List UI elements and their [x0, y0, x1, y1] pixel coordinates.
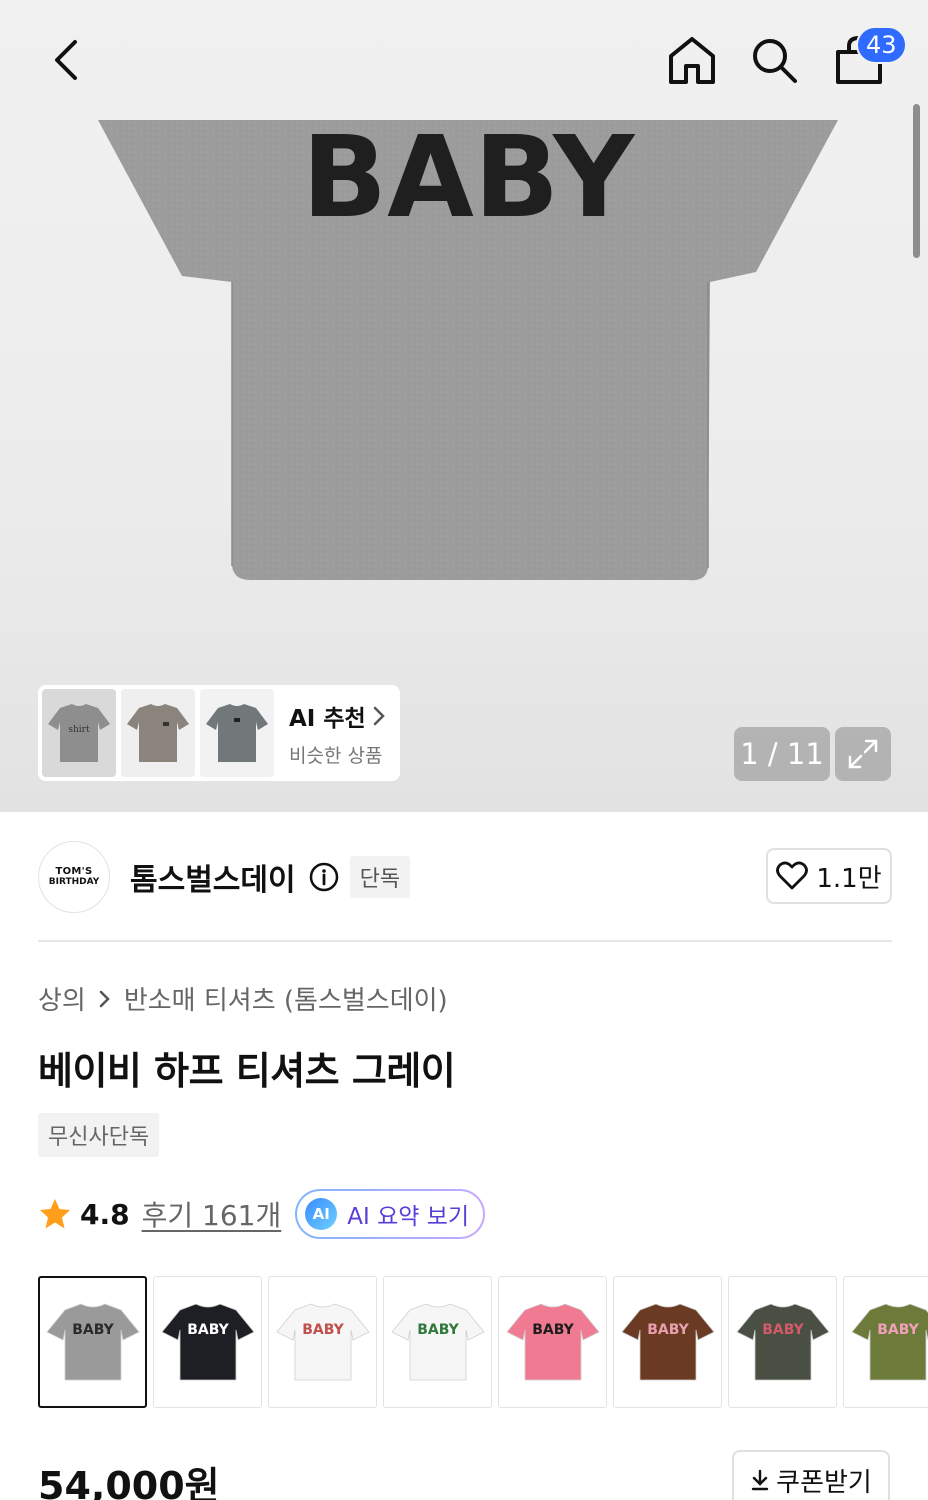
coupon-button[interactable]: 쿠폰받기	[732, 1450, 890, 1500]
product-image-area[interactable]: BABY 43 shirt AI 추천 비슷한 상품 1 / 11	[0, 0, 928, 812]
breadcrumb-category[interactable]: 상의	[38, 980, 86, 1017]
rating-value: 4.8	[80, 1197, 130, 1231]
swatch-print-text: BABY	[647, 1322, 689, 1338]
ai-recommend-subtitle: 비슷한 상품	[289, 744, 383, 767]
search-icon	[753, 39, 797, 83]
chevron-right-icon	[373, 706, 385, 725]
breadcrumb-subcategory[interactable]: 반소매 티셔츠 (톰스벌스데이)	[124, 980, 448, 1017]
tshirt-icon	[127, 704, 189, 762]
like-count: 1.1만	[816, 863, 882, 894]
expand-icon	[848, 739, 878, 769]
like-button[interactable]: 1.1만	[766, 848, 892, 904]
scrollbar[interactable]	[913, 104, 920, 258]
home-icon	[669, 37, 715, 84]
ai-summary-button[interactable]: AI AI 요약 보기	[295, 1189, 486, 1239]
swatch-print-text: BABY	[187, 1322, 229, 1338]
swatch-print-text: BABY	[762, 1322, 804, 1338]
breadcrumb: 상의 반소매 티셔츠 (톰스벌스데이)	[38, 980, 448, 1017]
tshirt-icon: BABY	[275, 1303, 370, 1381]
expand-image-button[interactable]	[835, 727, 891, 781]
cart-count-badge: 43	[856, 26, 907, 64]
divider	[38, 940, 892, 942]
swatch-print-text: BABY	[877, 1322, 919, 1338]
ai-summary-label: AI 요약 보기	[347, 1204, 470, 1230]
brand-logo[interactable]: TOM'S BIRTHDAY	[38, 841, 110, 913]
swatch-print-text: BABY	[72, 1322, 114, 1338]
brand-row: TOM'S BIRTHDAY 톰스벌스데이 단독 1.1만	[38, 840, 892, 914]
search-button[interactable]	[744, 30, 804, 90]
color-options: BABY BABY BABY BABY BABY BABY BABY BABY	[38, 1276, 928, 1408]
back-button[interactable]	[36, 30, 96, 90]
price: 54,000원	[38, 1464, 220, 1500]
ai-recommend-thumb-1[interactable]: shirt	[42, 689, 116, 777]
chevron-right-icon	[99, 990, 110, 1007]
swatch-print-text: BABY	[532, 1322, 574, 1338]
chevron-left-icon	[55, 40, 77, 80]
exclusive-badge: 단독	[349, 856, 411, 898]
ai-recommend-thumb-2[interactable]	[121, 689, 195, 777]
rating-row: 4.8 후기 161개 AI AI 요약 보기	[38, 1188, 486, 1240]
color-swatch[interactable]: BABY	[383, 1276, 492, 1408]
svg-text:shirt: shirt	[68, 725, 90, 735]
tshirt-icon: BABY	[160, 1303, 255, 1381]
swatch-print-text: BABY	[302, 1322, 344, 1338]
home-button[interactable]	[662, 30, 722, 90]
tshirt-icon: BABY	[45, 1303, 140, 1381]
tshirt-icon: BABY	[390, 1303, 485, 1381]
download-icon	[751, 1469, 769, 1491]
info-icon[interactable]	[308, 861, 340, 893]
color-swatch[interactable]: BABY	[843, 1276, 928, 1408]
color-swatch[interactable]: BABY	[613, 1276, 722, 1408]
tshirt-icon: BABY	[850, 1303, 928, 1381]
tshirt-icon	[206, 704, 268, 762]
color-swatch[interactable]: BABY	[268, 1276, 377, 1408]
tshirt-icon: BABY	[620, 1303, 715, 1381]
tshirt-print-text: BABY	[302, 120, 636, 243]
ai-icon: AI	[305, 1198, 338, 1230]
color-swatch[interactable]: BABY	[498, 1276, 607, 1408]
ai-recommend-title: AI 추천	[289, 705, 366, 732]
product-image[interactable]: BABY	[98, 120, 838, 584]
color-swatch[interactable]: BABY	[153, 1276, 262, 1408]
color-swatch[interactable]: BABY	[728, 1276, 837, 1408]
ai-recommend-card[interactable]: shirt AI 추천 비슷한 상품	[38, 685, 400, 781]
image-counter: 1 / 11	[734, 727, 830, 781]
star-icon	[40, 1199, 70, 1229]
tshirt-icon: BABY	[735, 1303, 830, 1381]
swatch-print-text: BABY	[417, 1322, 459, 1338]
brand-name[interactable]: 톰스벌스데이	[130, 855, 296, 899]
ai-recommend-thumb-3[interactable]	[200, 689, 274, 777]
coupon-label: 쿠폰받기	[776, 1467, 872, 1498]
musinsa-exclusive-tag: 무신사단독	[38, 1113, 160, 1157]
color-swatch[interactable]: BABY	[38, 1276, 147, 1408]
heart-icon	[776, 861, 809, 890]
top-navigation-bar: 43	[0, 0, 928, 120]
product-title: 베이비 하프 티셔츠 그레이	[38, 1049, 456, 1093]
reviews-link[interactable]: 후기 161개	[142, 1194, 282, 1234]
tshirt-icon: shirt	[48, 704, 110, 762]
tshirt-icon: BABY	[505, 1303, 600, 1381]
